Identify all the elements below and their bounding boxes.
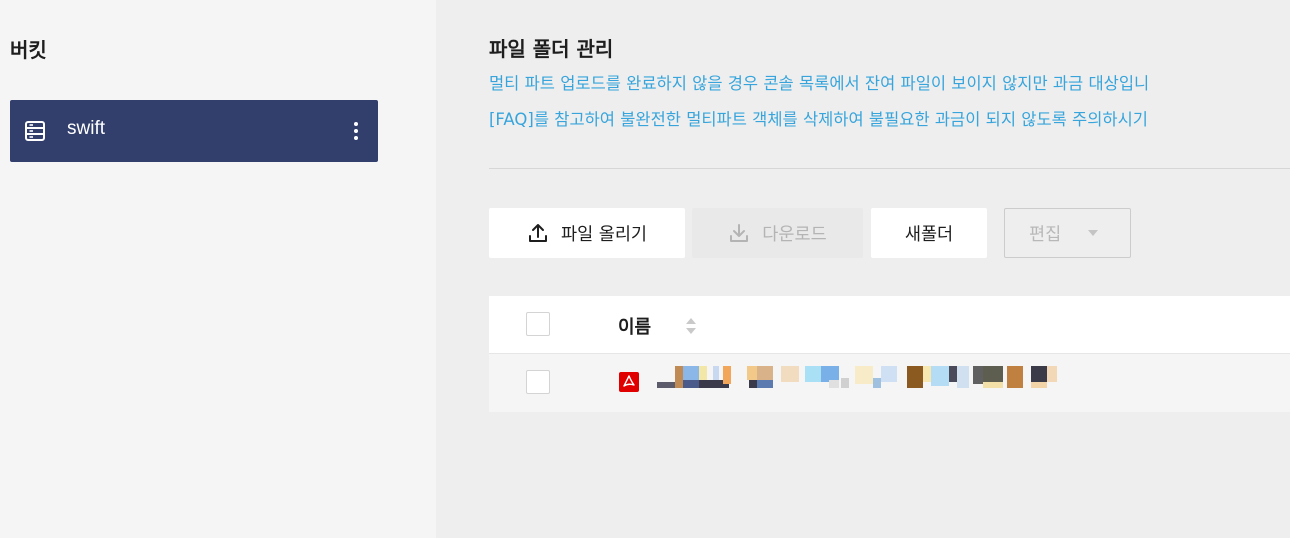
bucket-name: swift [67, 118, 105, 139]
sort-icon[interactable] [684, 316, 698, 336]
more-vertical-icon[interactable] [352, 119, 360, 143]
table-row[interactable] [489, 354, 1290, 412]
upload-button[interactable]: 파일 올리기 [489, 208, 685, 258]
new-folder-button[interactable]: 새폴더 [871, 208, 987, 258]
multipart-notice-line2: [FAQ]를 참고하여 불완전한 멀티파트 객체를 삭제하여 불필요한 과금이 … [489, 110, 1148, 129]
app-window: 버킷 swift 파일 폴더 관리 멀티 파트 업로드를 완료하지 않을 경우 … [0, 0, 1290, 538]
upload-label: 파일 올리기 [560, 224, 648, 245]
column-header-name: 이름 [618, 317, 652, 338]
file-folder-panel: 파일 폴더 관리 멀티 파트 업로드를 완료하지 않을 경우 콘솔 목록에서 잔… [436, 0, 1290, 538]
download-label: 다운로드 [762, 224, 827, 245]
bucket-sidebar: 버킷 swift [0, 0, 436, 538]
download-button[interactable]: 다운로드 [692, 208, 863, 258]
page-title: 파일 폴더 관리 [489, 37, 614, 61]
caret-down-icon [1088, 230, 1098, 236]
table-header: 이름 [489, 296, 1290, 354]
row-checkbox[interactable] [526, 370, 550, 394]
edit-label: 편집 [1029, 224, 1062, 245]
edit-dropdown-button[interactable]: 편집 [1004, 208, 1131, 258]
select-all-checkbox[interactable] [526, 312, 550, 336]
upload-icon [528, 224, 547, 242]
file-table: 이름 [489, 296, 1290, 412]
download-icon [730, 224, 749, 242]
pdf-icon [619, 372, 639, 392]
multipart-notice-line1: 멀티 파트 업로드를 완료하지 않을 경우 콘솔 목록에서 잔여 파일이 보이지… [489, 74, 1150, 93]
divider [489, 168, 1290, 169]
sidebar-title: 버킷 [10, 38, 47, 62]
new-folder-label: 새폴더 [904, 224, 954, 245]
bucket-item-swift[interactable]: swift [10, 100, 378, 162]
server-icon [25, 121, 45, 141]
redacted-filename[interactable] [657, 364, 1057, 392]
